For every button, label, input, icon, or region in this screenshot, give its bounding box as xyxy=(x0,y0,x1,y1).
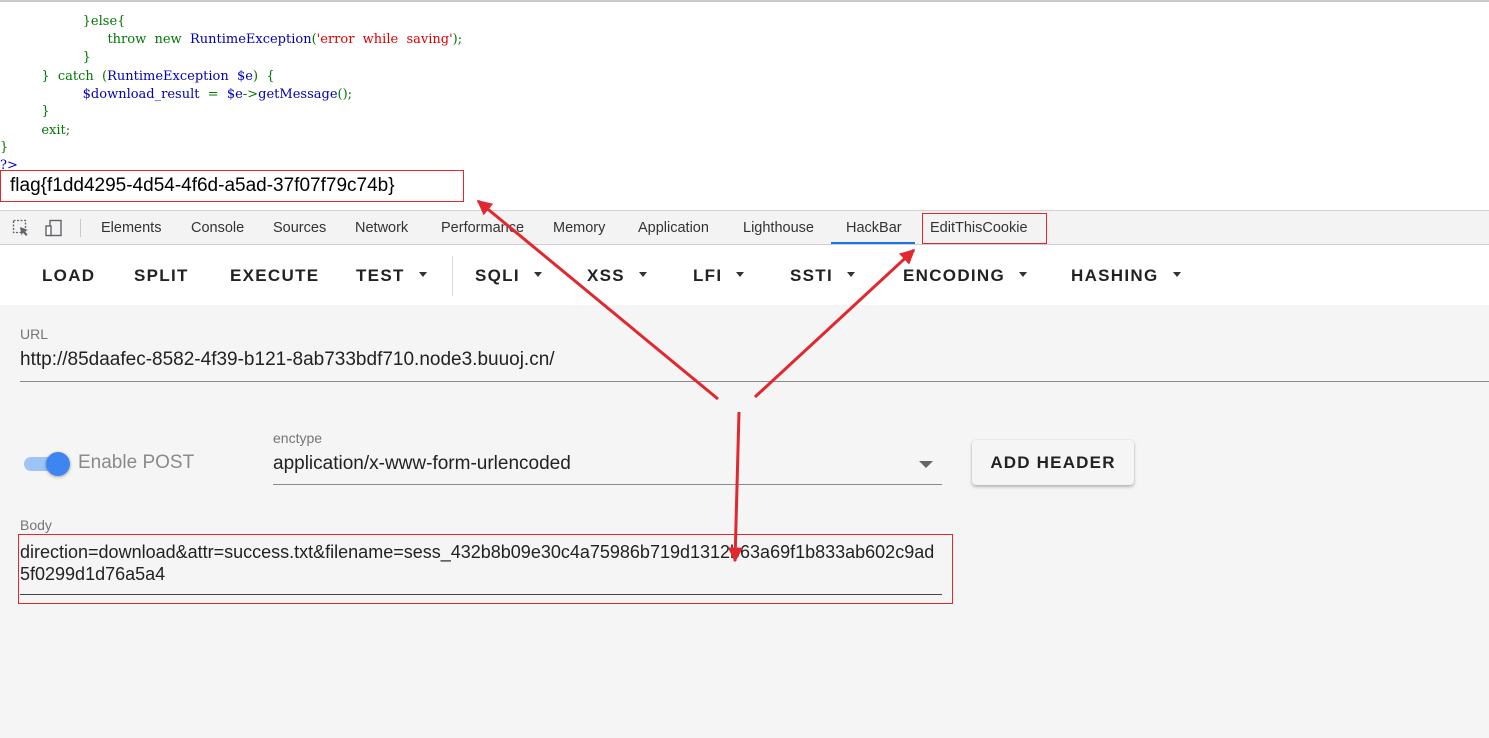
tab-lighthouse[interactable]: Lighthouse xyxy=(743,211,814,245)
sqli-label: SQLI xyxy=(475,266,520,285)
load-label: LOAD xyxy=(42,266,96,285)
tab-performance[interactable]: Performance xyxy=(441,211,524,245)
code-line: throw new RuntimeException('error while … xyxy=(107,32,463,47)
encoding-menu-button[interactable]: ENCODING xyxy=(903,264,1028,288)
tab-hackbar[interactable]: HackBar xyxy=(846,211,902,245)
body-label: Body xyxy=(20,517,52,533)
active-tab-indicator xyxy=(831,242,915,244)
editthiscookie-highlight-box xyxy=(922,213,1047,244)
toolbar-separator xyxy=(452,256,453,296)
enable-post-label: Enable POST xyxy=(78,452,195,473)
test-menu-button[interactable]: TEST xyxy=(356,264,427,288)
devtools-tab-bar: Elements Console Sources Network Perform… xyxy=(0,210,1489,245)
url-underline xyxy=(20,381,1489,382)
body-underline xyxy=(20,594,942,595)
xss-menu-button[interactable]: XSS xyxy=(587,264,647,288)
encoding-label: ENCODING xyxy=(903,266,1006,285)
tab-sources[interactable]: Sources xyxy=(273,211,326,245)
tab-application[interactable]: Application xyxy=(638,211,709,245)
tab-elements[interactable]: Elements xyxy=(101,211,161,245)
code-line: } xyxy=(82,50,91,65)
enctype-select[interactable]: application/x-www-form-urlencoded xyxy=(273,453,571,475)
code-line: } xyxy=(41,104,50,119)
tab-network[interactable]: Network xyxy=(355,211,408,245)
lfi-menu-button[interactable]: LFI xyxy=(693,264,745,288)
tab-console[interactable]: Console xyxy=(191,211,244,245)
toggle-knob xyxy=(46,452,70,476)
hackbar-panel: URL http://85daafec-8582-4f39-b121-8ab73… xyxy=(0,305,1489,738)
device-toolbar-icon[interactable] xyxy=(45,219,63,237)
xss-label: XSS xyxy=(587,266,625,285)
lfi-label: LFI xyxy=(693,266,723,285)
code-line: }else{ xyxy=(82,14,126,29)
hashing-menu-button[interactable]: HASHING xyxy=(1071,264,1181,288)
enctype-underline xyxy=(273,484,942,485)
url-label: URL xyxy=(20,326,49,342)
inspect-element-icon[interactable] xyxy=(12,219,30,237)
caret-down-icon xyxy=(1172,272,1181,278)
url-input[interactable]: http://85daafec-8582-4f39-b121-8ab733bdf… xyxy=(20,349,555,371)
sqli-menu-button[interactable]: SQLI xyxy=(475,264,542,288)
load-button[interactable]: LOAD xyxy=(42,264,95,288)
enctype-label: enctype xyxy=(273,430,323,446)
caret-down-icon xyxy=(418,272,427,278)
dropdown-arrow-icon[interactable] xyxy=(919,461,933,468)
hashing-label: HASHING xyxy=(1071,266,1159,285)
code-line: exit; xyxy=(41,123,71,138)
add-header-button[interactable]: ADD HEADER xyxy=(972,440,1134,485)
enable-post-toggle[interactable] xyxy=(24,452,70,476)
caret-down-icon xyxy=(638,272,647,278)
caret-down-icon xyxy=(1019,272,1028,278)
caret-down-icon xyxy=(847,272,855,278)
test-label: TEST xyxy=(356,266,405,285)
caret-down-icon xyxy=(736,272,745,278)
ssti-menu-button[interactable]: SSTI xyxy=(790,264,855,288)
code-line: } catch (RuntimeException $e) { xyxy=(41,69,275,84)
split-button[interactable]: SPLIT xyxy=(134,264,189,288)
tab-separator xyxy=(80,219,81,237)
caret-down-icon xyxy=(533,272,542,278)
hackbar-toolbar: LOAD SPLIT EXECUTE TEST SQLI XSS LFI SST… xyxy=(0,245,1489,305)
flag-text: flag{f1dd4295-4d54-4f6d-a5ad-37f07f79c74… xyxy=(10,175,395,196)
ssti-label: SSTI xyxy=(790,266,833,285)
tab-memory[interactable]: Memory xyxy=(553,211,605,245)
execute-label: EXECUTE xyxy=(230,266,320,285)
split-label: SPLIT xyxy=(134,266,189,285)
body-textarea[interactable]: direction=download&attr=success.txt&file… xyxy=(20,541,940,585)
code-line: } xyxy=(0,140,9,155)
execute-button[interactable]: EXECUTE xyxy=(230,264,319,288)
code-line: $download_result = $e->getMessage(); xyxy=(82,87,353,102)
